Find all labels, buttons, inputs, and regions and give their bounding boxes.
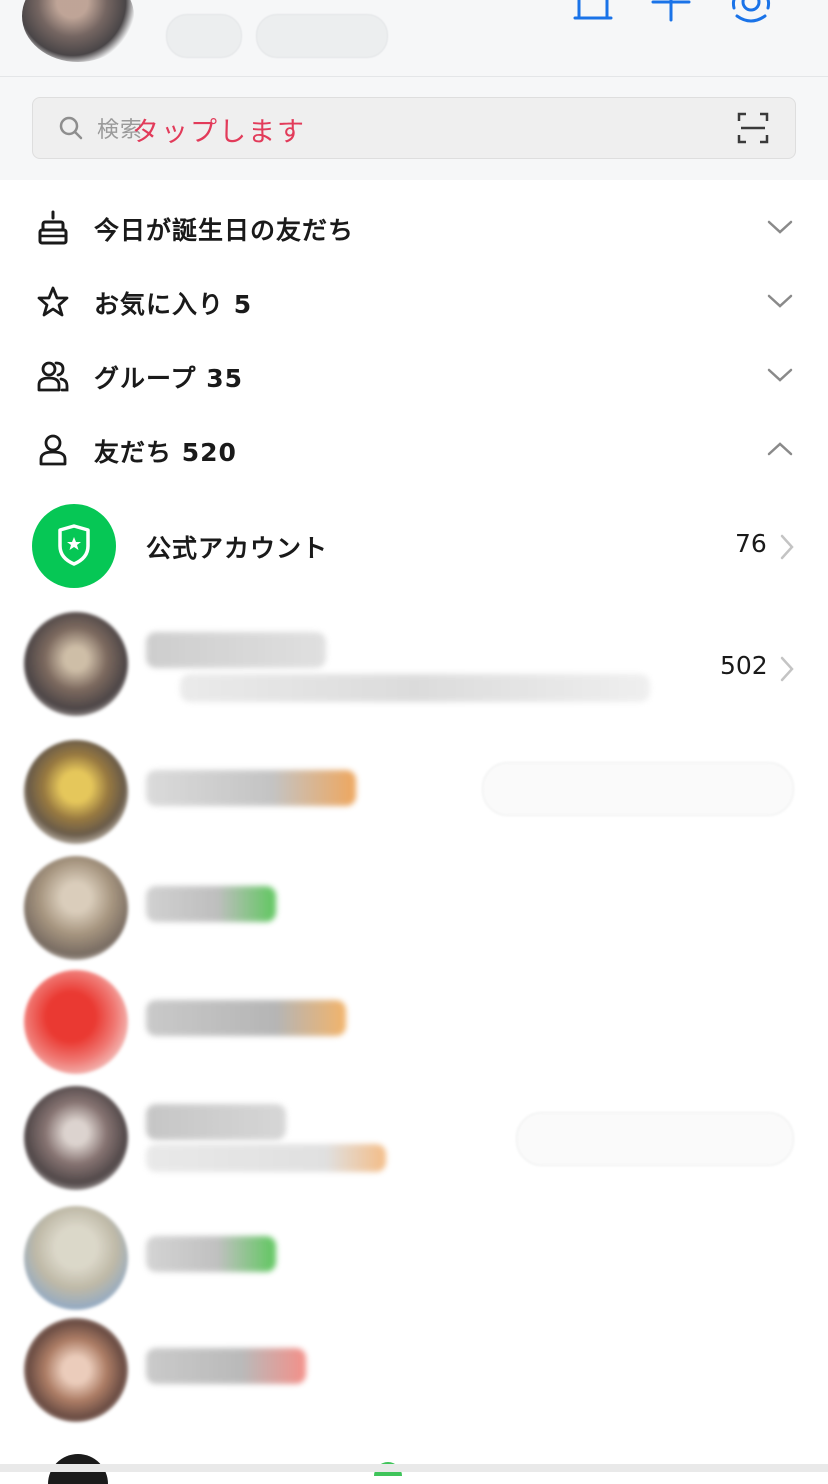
friend-music-status[interactable] — [482, 762, 794, 816]
official-accounts-row[interactable]: 公式アカウント 76 — [0, 498, 828, 594]
friend-name — [146, 1104, 286, 1140]
friend-name — [146, 770, 356, 806]
friend-name — [146, 1000, 346, 1036]
bell-icon[interactable] — [570, 0, 616, 36]
chevron-down-icon[interactable] — [766, 289, 794, 313]
chevron-up-icon[interactable] — [766, 437, 794, 461]
gear-icon[interactable] — [728, 0, 774, 36]
qr-scan-icon[interactable] — [737, 112, 769, 144]
friend-list-item[interactable] — [0, 1310, 828, 1426]
friend-list-item[interactable] — [0, 1078, 828, 1194]
friend-list-item[interactable]: 502 — [0, 604, 828, 720]
section-favorites[interactable]: お気に入り 5 — [0, 267, 828, 337]
friend-avatar — [24, 970, 128, 1074]
chevron-down-icon[interactable] — [766, 215, 794, 239]
friend-avatar — [24, 1318, 128, 1422]
search-icon — [59, 116, 83, 140]
friend-name — [146, 632, 326, 668]
official-account-avatar — [32, 504, 116, 588]
group-icon — [37, 361, 69, 392]
chevron-right-icon — [780, 656, 794, 682]
friend-name — [146, 886, 276, 922]
profile-avatar[interactable] — [22, 0, 134, 62]
section-birthdays[interactable]: 今日が誕生日の友だち — [0, 193, 828, 263]
person-icon — [39, 434, 67, 466]
friend-list-item[interactable] — [0, 732, 828, 848]
friend-avatar — [24, 1206, 128, 1310]
friend-list-item[interactable] — [0, 848, 828, 964]
official-accounts-label: 公式アカウント — [146, 534, 329, 563]
friend-avatar — [24, 856, 128, 960]
header-divider — [0, 76, 828, 77]
friend-music-status[interactable] — [516, 1112, 794, 1166]
friend-avatar — [24, 1086, 128, 1190]
section-label: 今日が誕生日の友だち — [94, 216, 355, 245]
friend-status-message — [146, 1144, 386, 1172]
section-label: 友だち 520 — [94, 438, 237, 467]
section-groups[interactable]: グループ 35 — [0, 341, 828, 411]
friend-list-item[interactable] — [0, 1198, 828, 1314]
cake-icon — [38, 210, 68, 245]
chevron-down-icon[interactable] — [766, 363, 794, 387]
friend-count: 502 — [720, 651, 768, 680]
friend-name — [146, 1348, 306, 1384]
section-label: グループ 35 — [94, 364, 243, 393]
section-label: お気に入り 5 — [94, 290, 253, 319]
tap-annotation: タップします — [132, 117, 306, 148]
friend-avatar — [24, 740, 128, 844]
shield-star-icon — [58, 524, 90, 566]
add-icon[interactable] — [648, 0, 694, 36]
header: 検索 — [0, 0, 828, 180]
official-accounts-count: 76 — [735, 529, 767, 558]
friend-name — [146, 1236, 276, 1272]
bottom-edge — [0, 1464, 828, 1472]
star-icon — [37, 286, 69, 317]
friend-avatar — [24, 612, 128, 716]
profile-chip-bgm[interactable] — [166, 14, 242, 58]
friend-status-message — [180, 674, 650, 702]
friend-list-item[interactable] — [0, 962, 828, 1078]
section-friends[interactable]: 友だち 520 — [0, 415, 828, 485]
profile-chip-status[interactable] — [256, 14, 388, 58]
chevron-right-icon — [780, 534, 794, 560]
